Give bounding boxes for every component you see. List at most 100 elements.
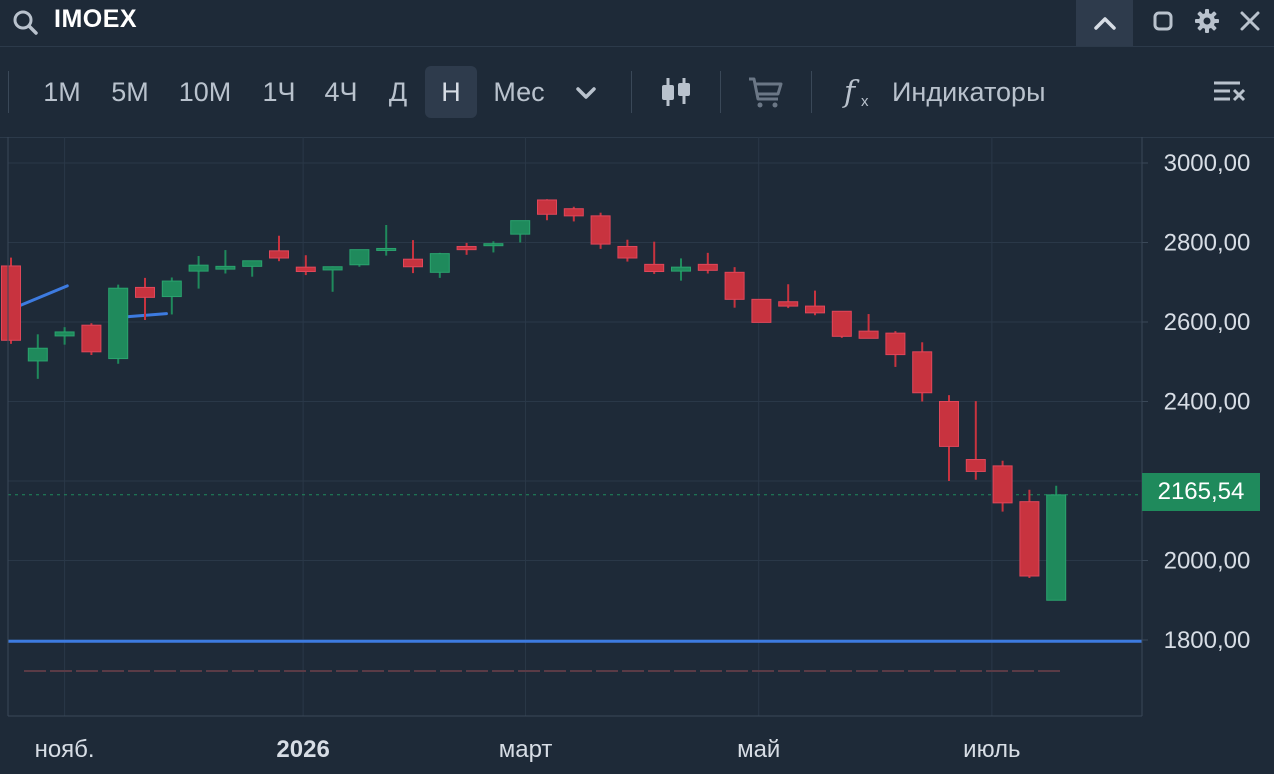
timeframe-day[interactable]: Д bbox=[380, 66, 416, 118]
restore-button[interactable] bbox=[1148, 6, 1178, 36]
candle bbox=[1046, 485, 1067, 601]
candle bbox=[965, 401, 986, 480]
chart-toolbar: 1М 5М 10М 1Ч 4Ч Д Н Мес f x Индикаторы bbox=[0, 47, 1274, 138]
candle-body bbox=[429, 253, 450, 273]
collapse-button[interactable] bbox=[1076, 0, 1133, 46]
y-tick-label: 2400,00 bbox=[1164, 389, 1251, 416]
candle-body bbox=[188, 264, 209, 272]
y-tick-label: 1800,00 bbox=[1164, 627, 1251, 654]
candle bbox=[885, 331, 906, 367]
indicators-button[interactable]: Индикаторы bbox=[892, 66, 1045, 118]
candle bbox=[242, 260, 263, 277]
candle-body bbox=[1046, 494, 1067, 601]
candle bbox=[590, 212, 611, 249]
candle bbox=[858, 314, 879, 339]
candle bbox=[376, 225, 397, 256]
candle-body bbox=[1, 265, 21, 341]
close-button[interactable] bbox=[1235, 6, 1265, 36]
candle-body bbox=[456, 245, 477, 251]
candle bbox=[295, 255, 316, 276]
candle bbox=[537, 199, 557, 221]
toolbar-divider bbox=[631, 71, 632, 113]
candle-body bbox=[617, 245, 638, 259]
candle-body bbox=[831, 310, 852, 337]
candle bbox=[939, 395, 959, 481]
ticker-title[interactable]: IMOEX bbox=[54, 5, 137, 34]
timeframe-10m[interactable]: 10М bbox=[172, 66, 238, 118]
chart-axes: 3000,00 2800,00 2600,00 2400,00 2000,00 1800,… bbox=[7, 137, 1251, 763]
search-icon[interactable] bbox=[10, 7, 40, 37]
candle-body bbox=[992, 465, 1013, 504]
candle bbox=[54, 327, 75, 345]
clear-indicators-icon[interactable] bbox=[1210, 74, 1250, 110]
x-tick-label: 2026 bbox=[276, 736, 329, 763]
candle-body bbox=[563, 208, 584, 217]
candle-body bbox=[778, 301, 799, 307]
timeframe-1m[interactable]: 1М bbox=[36, 66, 88, 118]
candle-body bbox=[805, 305, 825, 314]
candle-body bbox=[161, 280, 182, 298]
candle bbox=[108, 284, 129, 364]
timeframe-1h[interactable]: 1Ч bbox=[254, 66, 304, 118]
candle-body bbox=[537, 199, 557, 215]
x-tick-label: июль bbox=[963, 736, 1020, 763]
y-tick-label: 3000,00 bbox=[1164, 150, 1251, 177]
candle-body bbox=[483, 243, 504, 247]
candle-body bbox=[724, 271, 745, 300]
candle bbox=[992, 460, 1013, 512]
top-bar: IMOEX bbox=[0, 0, 1274, 47]
svg-text:x: x bbox=[861, 93, 869, 110]
candle-body bbox=[510, 220, 531, 235]
candle-body bbox=[242, 260, 263, 267]
candle bbox=[1019, 489, 1040, 578]
candle bbox=[349, 249, 370, 267]
chart-grid bbox=[8, 137, 1142, 716]
candle bbox=[429, 252, 450, 278]
candle-body bbox=[590, 215, 611, 245]
x-tick-label: март bbox=[499, 736, 553, 763]
price-chart[interactable]: 3000,00 2800,00 2600,00 2400,00 2000,00 1800,… bbox=[0, 137, 1274, 774]
candlestick-icon[interactable] bbox=[656, 74, 696, 110]
y-tick-label: 2000,00 bbox=[1164, 548, 1251, 575]
candle-body bbox=[108, 287, 129, 360]
trend-line-segment bbox=[124, 312, 168, 319]
x-tick-label: май bbox=[737, 736, 780, 763]
candle-body bbox=[376, 247, 397, 251]
candle bbox=[269, 235, 289, 262]
timeframe-4h[interactable]: 4Ч bbox=[316, 66, 366, 118]
function-icon[interactable]: f x bbox=[840, 74, 880, 110]
chevron-down-icon[interactable] bbox=[567, 74, 605, 110]
candle-body bbox=[912, 351, 933, 394]
timeframe-5m[interactable]: 5М bbox=[102, 66, 158, 118]
candle-body bbox=[54, 331, 75, 337]
candle-body bbox=[322, 266, 343, 271]
candle bbox=[805, 290, 825, 316]
settings-button[interactable] bbox=[1192, 6, 1222, 36]
toolbar-divider bbox=[8, 71, 9, 113]
timeframe-month[interactable]: Мес bbox=[486, 66, 552, 118]
window-icon bbox=[1153, 11, 1173, 31]
candle bbox=[831, 310, 852, 338]
candlestick-series bbox=[1, 199, 1067, 601]
candle bbox=[510, 220, 531, 243]
candle-body bbox=[269, 250, 289, 259]
candle bbox=[215, 250, 236, 274]
current-price-label: 2165,54 bbox=[1142, 473, 1260, 511]
candle-body bbox=[644, 263, 665, 273]
candle-body bbox=[965, 459, 986, 472]
candle-body bbox=[858, 330, 879, 339]
y-tick-label: 2800,00 bbox=[1164, 230, 1251, 257]
candle bbox=[456, 242, 477, 255]
candle bbox=[161, 277, 182, 315]
close-icon bbox=[1240, 11, 1260, 31]
candle bbox=[671, 258, 691, 281]
candle bbox=[644, 241, 665, 274]
timeframe-week[interactable]: Н bbox=[425, 66, 477, 118]
candle-body bbox=[403, 258, 423, 268]
candle-body bbox=[751, 298, 772, 323]
candle-body bbox=[349, 249, 370, 266]
candle-body bbox=[81, 324, 102, 353]
candle bbox=[778, 284, 799, 309]
svg-text:f: f bbox=[842, 75, 860, 110]
cart-icon[interactable] bbox=[745, 74, 785, 110]
